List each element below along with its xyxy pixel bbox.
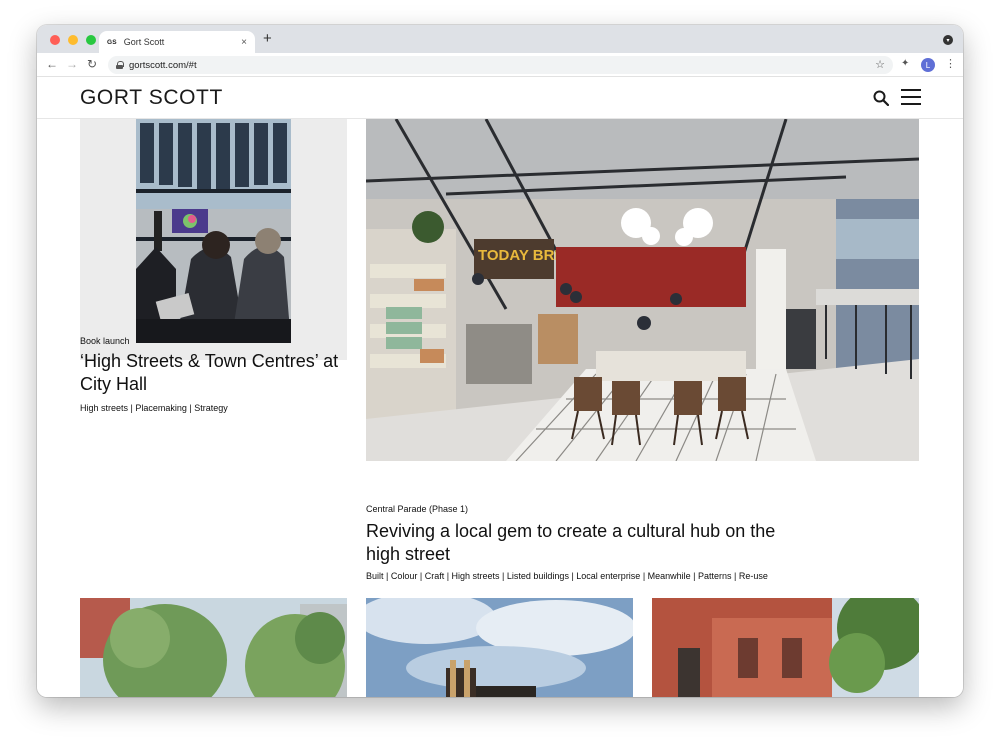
close-tab-icon[interactable]: × [241, 37, 247, 48]
tab-search-icon[interactable]: ▾ [943, 35, 953, 45]
window-controls [50, 35, 96, 45]
back-icon[interactable]: ← [46, 57, 58, 71]
browser-menu-icon[interactable]: ⋮ [945, 57, 956, 70]
card-category: Book launch [80, 336, 130, 346]
lock-icon [116, 61, 124, 69]
tab-strip: GS Gort Scott × + ▾ [37, 25, 963, 53]
url-text: gortscott.com/#t [129, 59, 197, 71]
site-logo[interactable]: GORT SCOTT [80, 86, 223, 110]
book-launch-photo[interactable] [136, 119, 291, 343]
card-tags[interactable]: High streets | Placemaking | Strategy [80, 403, 228, 413]
favicon-icon: GS [107, 38, 117, 46]
bookmark-star-icon[interactable]: ☆ [875, 58, 885, 71]
page-viewport: GORT SCOTT Book launch ‘High Streets & T… [37, 77, 963, 697]
browser-toolbar: ← → ↻ gortscott.com/#t ☆ ✦ L ⋮ [37, 53, 963, 77]
new-tab-button[interactable]: + [263, 31, 272, 46]
card-title[interactable]: ‘High Streets & Town Centres’ at City Ha… [80, 350, 340, 396]
project-thumbnail-brick-housing[interactable] [652, 598, 919, 697]
search-icon[interactable] [873, 90, 889, 106]
forward-icon[interactable]: → [66, 57, 78, 71]
maximize-window-button[interactable] [86, 35, 96, 45]
browser-tab[interactable]: GS Gort Scott × [99, 31, 255, 53]
minimize-window-button[interactable] [68, 35, 78, 45]
card-category: Central Parade (Phase 1) [366, 504, 469, 514]
central-parade-photo[interactable]: TODAY BREAD [366, 119, 919, 461]
site-header: GORT SCOTT [37, 77, 963, 119]
hamburger-menu-icon[interactable] [901, 89, 921, 105]
address-bar[interactable]: gortscott.com/#t ☆ [108, 56, 893, 74]
close-window-button[interactable] [50, 35, 60, 45]
card-tags[interactable]: Built | Colour | Craft | High streets | … [366, 571, 768, 581]
project-thumbnail-trees[interactable] [80, 598, 347, 697]
card-title[interactable]: Reviving a local gem to create a cultura… [366, 520, 806, 566]
extensions-icon[interactable]: ✦ [901, 58, 909, 69]
profile-avatar[interactable]: L [921, 58, 935, 72]
browser-window: GS Gort Scott × + ▾ ← → ↻ gortscott.com/… [37, 25, 963, 697]
reload-icon[interactable]: ↻ [87, 57, 97, 71]
tab-title: Gort Scott [123, 37, 165, 47]
project-thumbnail-tower[interactable] [366, 598, 633, 697]
